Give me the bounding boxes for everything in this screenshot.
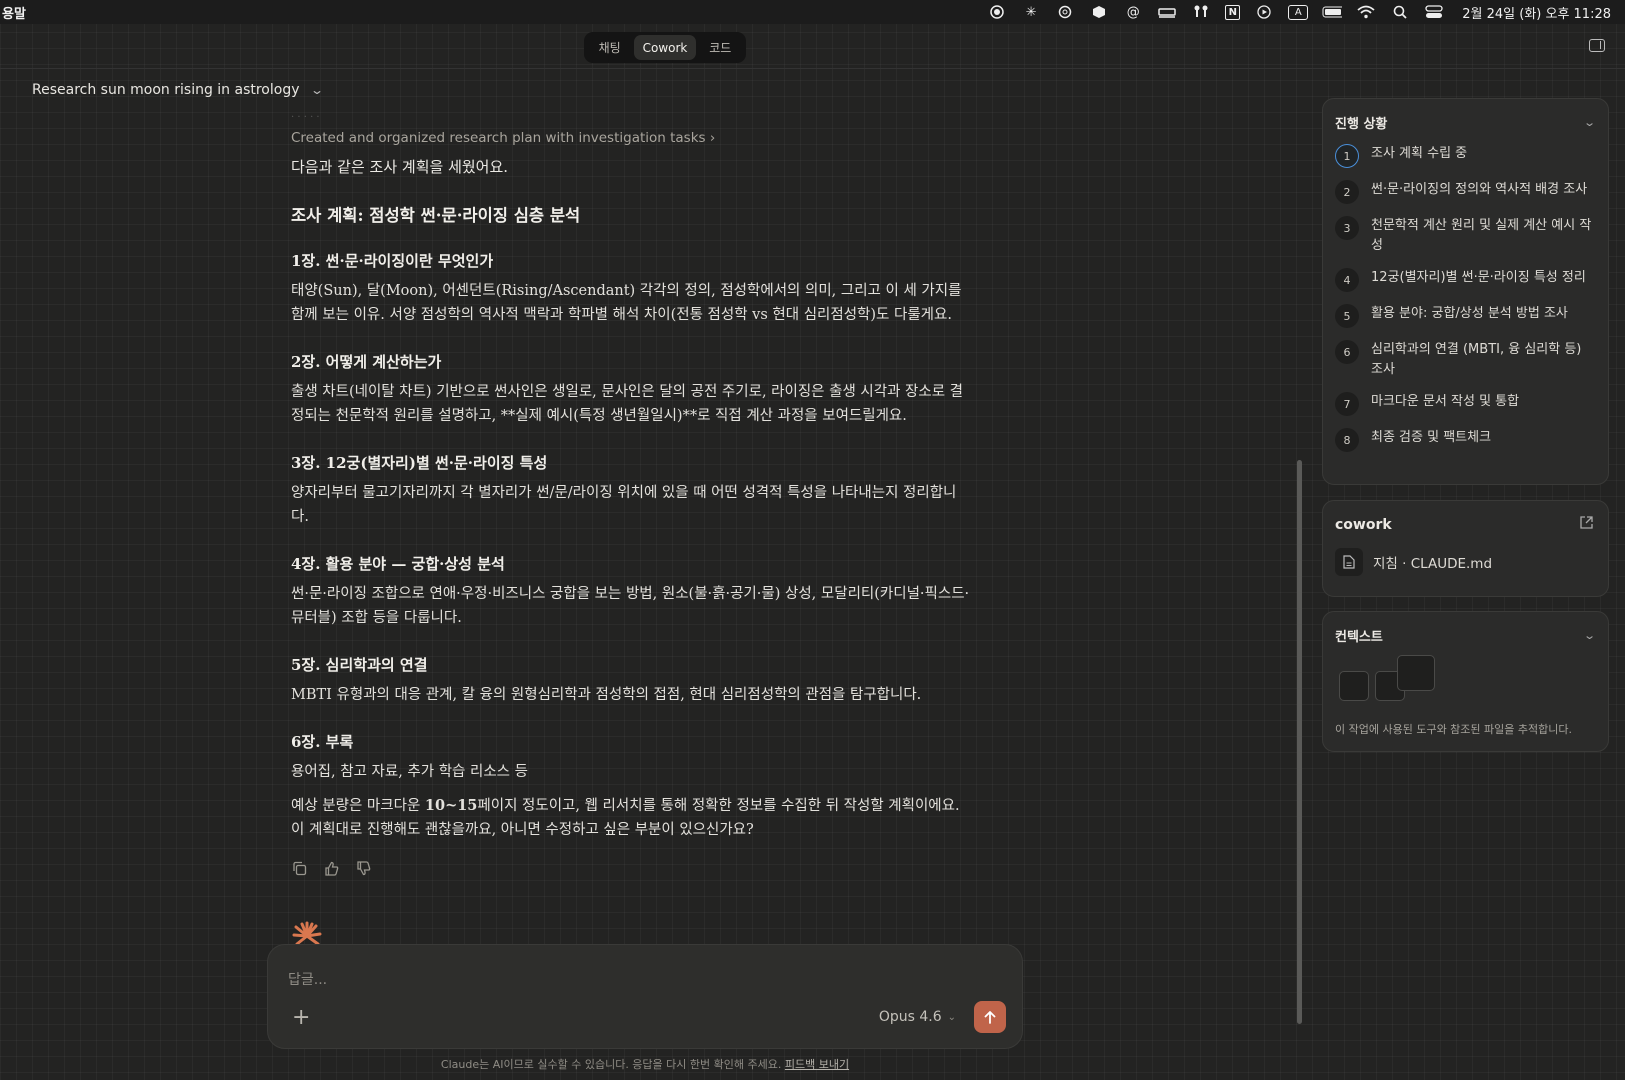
chapter-1-body: 태양(Sun), 달(Moon), 어센던트(Rising/Ascendant)… — [291, 283, 962, 323]
bed-icon[interactable] — [1157, 4, 1177, 20]
external-link-icon[interactable] — [1579, 515, 1594, 534]
plan-heading: 조사 계획: 점성학 썬·문·라이징 심층 분석 — [291, 206, 581, 225]
chapter-3-title: 3장. 12궁(별자리)별 썬·문·라이징 특성 — [291, 454, 548, 472]
chapter-6-body: 용어집, 참고 자료, 추가 학습 리소스 등 — [291, 764, 528, 780]
progress-step: 2 썬·문·라이징의 정의와 역사적 배경 조사 — [1335, 178, 1594, 204]
progress-step: 8 최종 검증 및 팩트체크 — [1335, 426, 1594, 452]
notion-icon[interactable]: N — [1225, 4, 1241, 20]
chevron-down-icon: ⌄ — [1582, 116, 1596, 129]
cowork-title: cowork — [1335, 516, 1392, 533]
chapter-2-body: 출생 차트(네이탈 차트) 기반으로 썬사인은 생일로, 문사인은 달의 공전 … — [291, 384, 964, 424]
tab-code[interactable]: 코드 — [698, 35, 743, 60]
context-title: 컨텍스트 — [1335, 630, 1383, 645]
model-name: Opus 4.6 — [878, 1009, 942, 1025]
context-thumbnail — [1339, 671, 1369, 701]
mode-switcher: 채팅 Cowork 코드 — [584, 32, 746, 63]
menu-bar-status-items: ✳ @ N A 2월 24일 (화) 오후 11:28 — [987, 0, 1611, 24]
instruction-file[interactable]: 지침 · CLAUDE.md — [1323, 534, 1608, 576]
progress-step: 6 심리학과의 연결 (MBTI, 융 심리학 등) 조사 — [1335, 338, 1594, 380]
play-icon[interactable] — [1254, 4, 1274, 20]
wifi-icon[interactable] — [1356, 4, 1376, 20]
control-center-icon[interactable] — [1424, 4, 1444, 20]
file-name: 지침 · CLAUDE.md — [1373, 556, 1493, 572]
conversation-title-dropdown[interactable]: Research sun moon rising in astrology ⌄ — [32, 82, 324, 98]
search-icon[interactable] — [1390, 4, 1410, 20]
copy-icon[interactable] — [291, 860, 307, 876]
tab-cowork[interactable]: Cowork — [634, 35, 696, 60]
context-illustration — [1339, 655, 1608, 709]
chapter-4-body: 썬·문·라이징 조합으로 연애·우정·비즈니스 궁합을 보는 방법, 원소(불·… — [291, 586, 970, 626]
input-source-icon[interactable]: A — [1288, 4, 1309, 20]
message-outro: 예상 분량은 마크다운 10~15페이지 정도이고, 웹 리서치를 통해 정확한… — [291, 797, 960, 838]
context-description: 이 작업에 사용된 도구와 참조된 파일을 추적합니다. — [1335, 723, 1572, 736]
context-panel: 컨텍스트 ⌄ 이 작업에 사용된 도구와 참조된 파일을 추적합니다. — [1322, 611, 1609, 752]
arrow-up-icon — [984, 1011, 996, 1024]
box-icon[interactable] — [1089, 4, 1109, 20]
message-actions — [291, 860, 971, 876]
progress-panel: 진행 상황 ⌄ 1 조사 계획 수립 중 2 썬·문·라이징의 정의와 역사적 배경… — [1322, 98, 1609, 485]
airpods-icon[interactable] — [1191, 4, 1211, 20]
at-icon[interactable]: @ — [1123, 4, 1143, 20]
title-bar: 채팅 Cowork 코드 — [0, 24, 1625, 69]
chapter-6-title: 6장. 부록 — [291, 733, 354, 751]
ai-disclaimer: Claude는 AI이므로 실수할 수 있습니다. 응답을 다시 한번 확인해 … — [440, 1058, 850, 1071]
sidebar-toggle-icon[interactable] — [1589, 39, 1605, 52]
document-icon — [1335, 548, 1363, 576]
feedback-link[interactable]: 피드백 보내기 — [785, 1058, 849, 1071]
chevron-right-icon: › — [709, 130, 716, 146]
thumbs-up-icon[interactable] — [323, 860, 339, 876]
reply-composer: 답글... + Opus 4.6 ⌄ — [267, 944, 1023, 1049]
claude-spark-icon[interactable]: ✳ — [1021, 4, 1041, 20]
chapter-1-title: 1장. 썬·문·라이징이란 무엇인가 — [291, 252, 494, 270]
conversation-title: Research sun moon rising in astrology — [32, 82, 300, 98]
reply-input[interactable]: 답글... — [288, 969, 327, 989]
progress-step: 4 12궁(별자리)별 썬·문·라이징 특성 정리 — [1335, 266, 1594, 292]
chapter-4-title: 4장. 활용 분야 — 궁합·상성 분석 — [291, 555, 505, 573]
chapter-5-body: MBTI 유형과의 대응 관계, 칼 융의 원형심리학과 점성학의 접점, 현대… — [291, 687, 922, 703]
cowork-panel: cowork 지침 · CLAUDE.md — [1322, 500, 1609, 597]
progress-step: 1 조사 계획 수립 중 — [1335, 142, 1594, 168]
progress-header[interactable]: 진행 상황 ⌄ — [1323, 99, 1608, 132]
progress-title: 진행 상황 — [1335, 117, 1388, 132]
task-summary-link[interactable]: Created and organized research plan with… — [291, 130, 971, 146]
openai-icon[interactable] — [1055, 4, 1075, 20]
message-intro: 다음과 같은 조사 계획을 세웠어요. — [291, 158, 509, 176]
context-header[interactable]: 컨텍스트 ⌄ — [1323, 612, 1608, 645]
model-selector[interactable]: Opus 4.6 ⌄ — [879, 1009, 956, 1025]
tab-chat[interactable]: 채팅 — [587, 35, 632, 60]
progress-step: 7 마크다운 문서 작성 및 통합 — [1335, 390, 1594, 416]
chapter-2-title: 2장. 어떻게 계산하는가 — [291, 353, 442, 371]
battery-icon[interactable] — [1322, 4, 1343, 20]
menu-bar-clock[interactable]: 2월 24일 (화) 오후 11:28 — [1462, 3, 1611, 22]
thumbs-down-icon[interactable] — [355, 860, 371, 876]
menu-bar: 용말 ✳ @ N A 2월 24일 (화) 오후 11:28 — [0, 0, 1625, 24]
assistant-message: · · · · · Created and organized research… — [291, 112, 971, 876]
progress-step: 3 천문학적 계산 원리 및 실제 계산 예시 작성 — [1335, 214, 1594, 256]
record-icon[interactable] — [987, 4, 1007, 20]
app-menu-name[interactable]: 용말 — [0, 3, 26, 22]
chevron-down-icon: ⌄ — [947, 1011, 956, 1023]
context-thumbnail — [1397, 655, 1435, 691]
chevron-down-icon: ⌄ — [309, 83, 324, 97]
chapter-3-body: 양자리부터 물고기자리까지 각 별자리가 썬/문/라이징 위치에 있을 때 어떤… — [291, 485, 957, 525]
cowork-header: cowork — [1323, 501, 1608, 534]
chapter-5-title: 5장. 심리학과의 연결 — [291, 656, 428, 674]
send-button[interactable] — [974, 1001, 1006, 1033]
scrollbar-thumb[interactable] — [1297, 460, 1302, 1024]
add-attachment-icon[interactable]: + — [292, 1007, 310, 1029]
truncated-previous-text: · · · · · — [291, 112, 320, 122]
progress-steps: 1 조사 계획 수립 중 2 썬·문·라이징의 정의와 역사적 배경 조사 3 천문학… — [1323, 132, 1608, 452]
chevron-down-icon: ⌄ — [1582, 629, 1596, 642]
progress-step: 5 활용 분야: 궁합/상성 분석 방법 조사 — [1335, 302, 1594, 328]
